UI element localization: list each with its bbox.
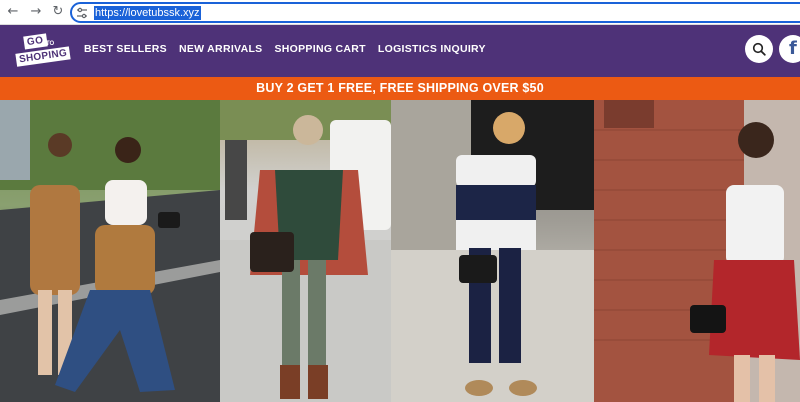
url-text[interactable]: https://lovetubssk.xyz	[94, 6, 201, 20]
hero-photo-1[interactable]	[0, 100, 220, 402]
back-arrow-icon[interactable]: ←	[4, 3, 22, 21]
facebook-button[interactable]: f	[779, 35, 800, 63]
search-icon	[752, 42, 766, 56]
search-button[interactable]	[745, 35, 773, 63]
logo-text-to: TO	[46, 41, 55, 47]
promo-text: BUY 2 GET 1 FREE, FREE SHIPPING OVER $50	[256, 81, 544, 95]
site-logo[interactable]: GO TO SHOPING	[15, 33, 71, 68]
hero-photo-3[interactable]	[391, 100, 594, 402]
nav-shopping-cart[interactable]: SHOPPING CART	[274, 43, 365, 55]
site-settings-icon[interactable]	[76, 7, 88, 19]
logo-text-go: GO	[23, 33, 48, 50]
nav-logistics-inquiry[interactable]: LOGISTICS INQUIRY	[378, 43, 486, 55]
site-header: GO TO SHOPING BEST SELLERS NEW ARRIVALS …	[0, 25, 800, 77]
promo-banner[interactable]: BUY 2 GET 1 FREE, FREE SHIPPING OVER $50	[0, 77, 800, 100]
address-bar[interactable]: https://lovetubssk.xyz	[70, 2, 800, 23]
hero-gallery	[0, 100, 800, 402]
browser-toolbar: ← → ↻ https://lovetubssk.xyz	[0, 0, 800, 25]
facebook-icon: f	[789, 38, 797, 59]
nav-new-arrivals[interactable]: NEW ARRIVALS	[179, 43, 263, 55]
main-nav: BEST SELLERS NEW ARRIVALS SHOPPING CART …	[84, 43, 486, 55]
nav-best-sellers[interactable]: BEST SELLERS	[84, 43, 167, 55]
hero-photo-4[interactable]	[594, 100, 800, 402]
reload-icon[interactable]: ↻	[49, 3, 67, 21]
hero-photo-2[interactable]	[220, 100, 391, 402]
forward-arrow-icon[interactable]: →	[27, 3, 45, 21]
logo-text-shoping: SHOPING	[15, 46, 71, 67]
